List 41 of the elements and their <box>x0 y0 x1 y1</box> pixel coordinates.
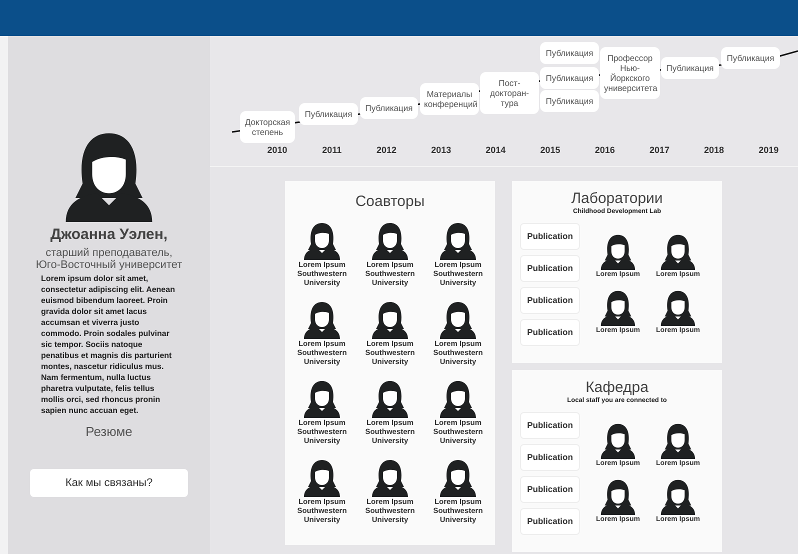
year-label: 2013 <box>430 144 452 157</box>
year-label: 2019 <box>758 144 780 157</box>
year-label: 2011 <box>321 144 343 157</box>
timeline-event[interactable]: Публикация <box>299 103 358 125</box>
publication-button[interactable]: Publication <box>520 476 580 503</box>
profile-title: старший преподаватель, Юго-Восточный университет <box>34 246 184 270</box>
year-label: 2010 <box>266 144 288 157</box>
person-icon <box>599 477 637 516</box>
year-label: 2012 <box>375 144 398 157</box>
connection-button[interactable]: Как мы связаны? <box>30 469 188 497</box>
publication-button[interactable]: Publication <box>520 286 580 314</box>
resume-link[interactable]: Резюме <box>86 422 132 441</box>
timeline-event[interactable]: Публикация <box>360 97 418 119</box>
timeline-event[interactable]: Профессор Нью- Йоркского университета <box>600 47 660 99</box>
timeline-event[interactable]: Публикация <box>540 67 599 89</box>
bio-text: Lorem ipsum dolor sit amet, consectetur adipiscing elit. Aenean euismod bibendum laoreet. Proin gravida dolor sit amet lacus accumsan et viverra justo commodo. Proin sodales pulvinar sic tempor. Sociis natoque penatibus et magnis dis parturient montes, nascetur ridiculus mus. Nam fermentum, nulla luctus pharetra vulputate, felis tellus mollis orci, sed rhoncus pronin sapien nunc accuan eget. <box>41 272 176 416</box>
publication-button[interactable]: Publication <box>520 254 580 282</box>
person-icon <box>659 288 697 326</box>
profile-name: Джоанна Уэлен, <box>50 225 168 245</box>
publication-button[interactable]: Publication <box>520 444 580 471</box>
card-title: Кафедра <box>586 380 648 396</box>
publication-button[interactable]: Publication <box>520 222 580 250</box>
year-label: 2017 <box>648 144 670 157</box>
timeline-event[interactable]: Публикация <box>540 42 599 64</box>
year-label: 2016 <box>594 144 616 157</box>
year-label: 2015 <box>539 144 562 157</box>
publication-button[interactable]: Publication <box>520 412 580 439</box>
timeline-event[interactable]: Публикация <box>540 90 599 112</box>
year-label: 2018 <box>703 144 726 157</box>
timeline-event[interactable]: Пост- докторан- тура <box>480 72 539 114</box>
timeline-event[interactable]: Материалы конференций <box>420 83 479 115</box>
year-label: 2014 <box>484 144 507 157</box>
card-title: Лаборатории <box>571 191 663 207</box>
person-icon <box>659 477 697 516</box>
timeline-event[interactable]: Публикация <box>661 57 719 79</box>
publication-button[interactable]: Publication <box>520 508 580 535</box>
publication-button[interactable]: Publication <box>520 318 580 346</box>
person-icon <box>599 288 637 326</box>
timeline-event[interactable]: Докторская степень <box>240 111 295 143</box>
timeline-event[interactable]: Публикация <box>721 47 780 69</box>
card-title: Соавторы <box>355 192 425 212</box>
